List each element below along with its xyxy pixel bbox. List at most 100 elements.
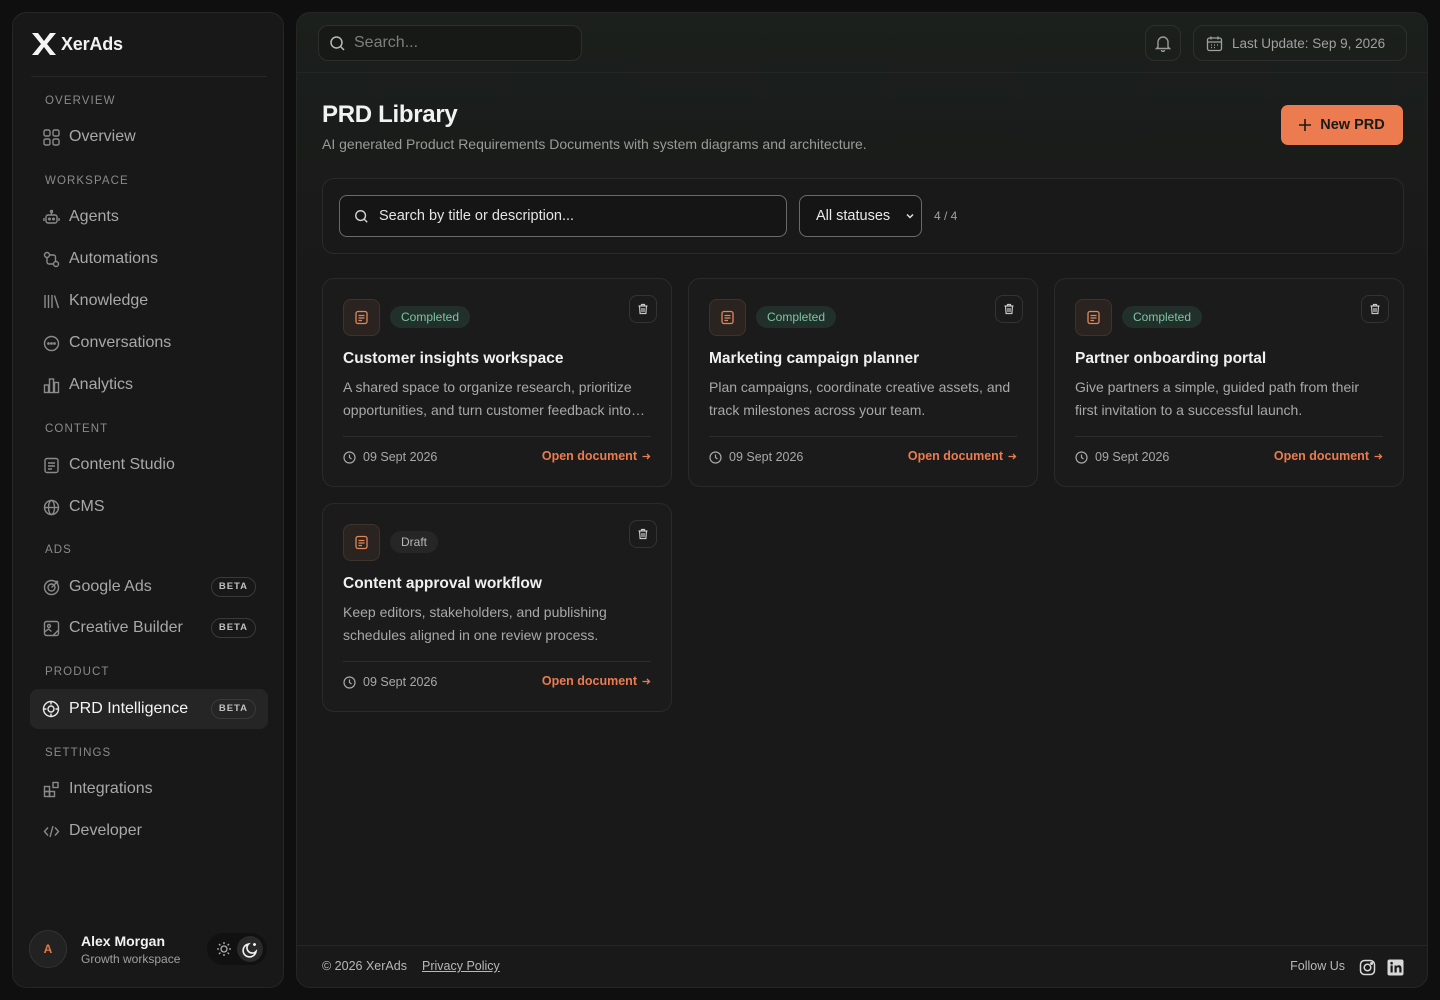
sidebar-item-label: Integrations [69,780,153,797]
prd-search-input[interactable] [379,208,769,224]
clock-icon [709,450,722,464]
beta-badge: BETA [210,699,256,719]
sidebar-item-prd-intelligence[interactable]: PRD Intelligence BETA [30,689,268,729]
code-icon [42,822,60,840]
card-title: Content approval workflow [343,575,542,592]
sidebar-item-label: CMS [69,498,105,515]
card-date: 09 Sept 2026 [709,450,803,464]
globe-icon [42,498,60,516]
open-document-link[interactable]: Open document [542,449,651,463]
sidebar-item-integrations[interactable]: Integrations [30,769,268,809]
brand-name: XerAds [61,33,123,54]
clock-icon [343,450,356,464]
section-label-settings: SETTINGS [45,747,112,759]
topbar: Last Update: Sep 9, 2026 [297,13,1427,73]
privacy-policy-link[interactable]: Privacy Policy [422,959,500,973]
chevron-down-icon [906,213,914,219]
sidebar-item-label: Automations [69,250,158,267]
avatar[interactable]: A [29,930,67,968]
arrow-right-icon [1374,453,1383,459]
sidebar-item-automations[interactable]: Automations [30,239,268,279]
delete-button[interactable] [629,520,657,548]
open-document-link[interactable]: Open document [1274,449,1383,463]
user-info: Alex Morgan Growth workspace [81,933,180,966]
card-date-text: 09 Sept 2026 [1095,450,1170,464]
last-update: Last Update: Sep 9, 2026 [1193,25,1407,61]
main-panel: Last Update: Sep 9, 2026 PRD Library AI … [296,12,1428,988]
document-icon [343,524,380,561]
target-icon [42,578,60,596]
status-filter-value: All statuses [816,208,891,224]
card-description: Give partners a simple, guided path from… [1075,379,1360,418]
sidebar-item-creative-builder[interactable]: Creative Builder BETA [30,608,268,648]
new-prd-button[interactable]: New PRD [1281,105,1403,145]
search-icon [330,35,345,51]
delete-button[interactable] [629,295,657,323]
brand-logo[interactable]: XerAds [31,33,123,55]
sidebar-item-label: Creative Builder [69,619,183,636]
status-badge: Completed [390,306,471,328]
delete-button[interactable] [1361,295,1389,323]
sidebar-item-conversations[interactable]: Conversations [30,323,268,363]
status-badge: Completed [756,306,837,328]
sidebar-item-knowledge[interactable]: Knowledge [30,281,268,321]
sidebar-item-developer[interactable]: Developer [30,811,268,851]
open-document-label: Open document [541,674,637,688]
sidebar: XerAds OVERVIEW Overview WORKSPACE Agent… [12,12,284,988]
arrow-right-icon [1008,453,1017,459]
sidebar-item-cms[interactable]: CMS [30,487,268,527]
card-date-text: 09 Sept 2026 [363,675,438,689]
sun-icon[interactable] [211,936,237,962]
workflow-icon [42,250,60,268]
arrow-right-icon [642,453,651,459]
card-description: Keep editors, stakeholders, and publishi… [343,604,607,643]
sidebar-item-agents[interactable]: Agents [30,197,268,237]
result-count: 4 / 4 [934,209,958,223]
linkedin-icon[interactable] [1385,957,1405,977]
delete-button[interactable] [995,295,1023,323]
sidebar-item-label: Knowledge [69,292,149,309]
user-workspace: Growth workspace [81,951,181,966]
document-icon [1075,299,1112,336]
beta-badge: BETA [210,618,256,638]
card-divider [1075,436,1383,437]
document-icon [709,299,746,336]
open-document-link[interactable]: Open document [908,449,1017,463]
footer: © 2026 XerAds Privacy Policy Follow Us [297,945,1427,987]
card-date-text: 09 Sept 2026 [363,450,438,464]
card-description: Plan campaigns, coordinate creative asse… [709,379,1011,418]
moon-icon[interactable] [237,936,263,962]
chat-icon [42,334,60,352]
new-prd-label: New PRD [1320,117,1385,133]
bar-chart-icon [42,376,60,394]
follow-us-label: Follow Us [1290,959,1345,973]
sidebar-item-overview[interactable]: Overview [30,117,268,157]
open-document-link[interactable]: Open document [542,674,651,688]
section-label-product: PRODUCT [45,666,110,678]
card-title: Marketing campaign planner [709,350,920,367]
sidebar-item-label: Google Ads [69,578,152,595]
section-label-overview: OVERVIEW [45,95,116,107]
document-icon [343,299,380,336]
trash-icon [1004,303,1014,315]
sidebar-item-content-studio[interactable]: Content Studio [30,445,268,485]
theme-toggle [207,933,267,965]
card-date: 09 Sept 2026 [1075,450,1169,464]
user-name: Alex Morgan [81,932,166,949]
global-search-input[interactable] [354,34,574,52]
grid-icon [42,128,60,146]
prd-card: Completed Marketing campaign planner Pla… [688,278,1038,487]
document-icon [42,456,60,474]
status-filter-select[interactable]: All statuses [799,195,922,237]
arrow-right-icon [642,678,651,684]
sidebar-item-label: Analytics [69,376,134,393]
sidebar-item-google-ads[interactable]: Google Ads BETA [30,567,268,607]
instagram-icon[interactable] [1357,957,1377,977]
notifications-button[interactable] [1145,25,1181,61]
card-date: 09 Sept 2026 [343,675,437,689]
section-label-workspace: WORKSPACE [45,175,129,187]
sidebar-item-analytics[interactable]: Analytics [30,365,268,405]
card-divider [343,661,651,662]
user-profile: A Alex Morgan Growth workspace [29,927,267,971]
open-document-label: Open document [907,449,1003,463]
